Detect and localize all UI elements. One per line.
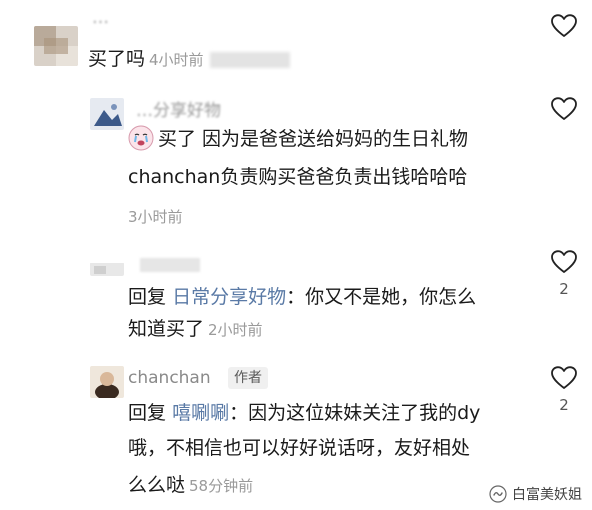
- avatar[interactable]: [90, 98, 124, 130]
- comment-body-line: 么么哒: [128, 474, 186, 496]
- comment-time: 4小时前: [149, 51, 204, 69]
- comment-time: 58分钟前: [189, 477, 254, 495]
- crying-face-icon: [128, 125, 154, 151]
- avatar[interactable]: [34, 26, 78, 66]
- author-badge: 作者: [228, 367, 268, 389]
- heart-icon: [551, 14, 577, 37]
- comment-username[interactable]: …: [92, 8, 109, 28]
- like-button[interactable]: [551, 14, 577, 44]
- heart-icon: [551, 366, 577, 389]
- like-button[interactable]: 2: [551, 366, 577, 414]
- avatar[interactable]: [90, 366, 124, 398]
- watermark-text: 白富美妖姐: [512, 487, 582, 503]
- avatar[interactable]: [90, 262, 124, 276]
- comment-time: 3小时前: [128, 208, 183, 226]
- heart-icon: [551, 250, 577, 273]
- comment-body-line: 哦，不相信也可以好好说话呀，友好相处: [128, 437, 471, 459]
- comment-body-line: ：因为这位妹妹关注了我的dy: [229, 402, 481, 424]
- comment-username[interactable]: chanchan: [128, 368, 211, 388]
- comment-text: 回复 日常分享好物：你又不是她，你怎么: [128, 282, 476, 312]
- reply-to-username[interactable]: 日常分享好物: [172, 286, 286, 308]
- comment-body-line: chanchan负责购买爸爸负责出钱哈哈哈: [128, 166, 468, 188]
- comment-text-line2: 哦，不相信也可以好好说话呀，友好相处: [128, 433, 470, 463]
- comment-text: 回复 嘻唰唰：因为这位妹妹关注了我的dy: [128, 398, 480, 428]
- like-button[interactable]: [551, 97, 577, 127]
- comment-text-line3: 么么哒 58分钟前: [128, 470, 253, 501]
- comment-body-line: 买了 因为是爸爸送给妈妈的生日礼物: [158, 128, 469, 150]
- heart-icon: [551, 97, 577, 120]
- redacted-block: [209, 51, 290, 68]
- comment-text: 买了 因为是爸爸送给妈妈的生日礼物: [128, 124, 468, 154]
- comment-username[interactable]: …分享好物: [136, 96, 221, 121]
- like-button[interactable]: 2: [551, 250, 577, 298]
- comment-body: 买了吗: [88, 48, 146, 70]
- reply-prefix: 回复: [128, 402, 167, 424]
- comment-body-line: ：你又不是她，你怎么: [286, 286, 477, 308]
- comment-text: 买了吗 4小时前: [88, 44, 290, 75]
- comment-body-line: 知道买了: [128, 318, 205, 340]
- comment-text-line2: 知道买了 2小时前: [128, 314, 263, 345]
- comment-time: 2小时前: [208, 321, 263, 339]
- comment-text-line2: chanchan负责购买爸爸负责出钱哈哈哈: [128, 162, 467, 192]
- watermark: 白富美妖姐: [485, 482, 586, 506]
- like-count: 2: [559, 280, 569, 298]
- comment-username[interactable]: [140, 258, 200, 272]
- reply-prefix: 回复: [128, 286, 167, 308]
- reply-to-username[interactable]: 嘻唰唰: [172, 402, 229, 424]
- wechat-channel-icon: [489, 485, 507, 503]
- like-count: 2: [559, 396, 569, 414]
